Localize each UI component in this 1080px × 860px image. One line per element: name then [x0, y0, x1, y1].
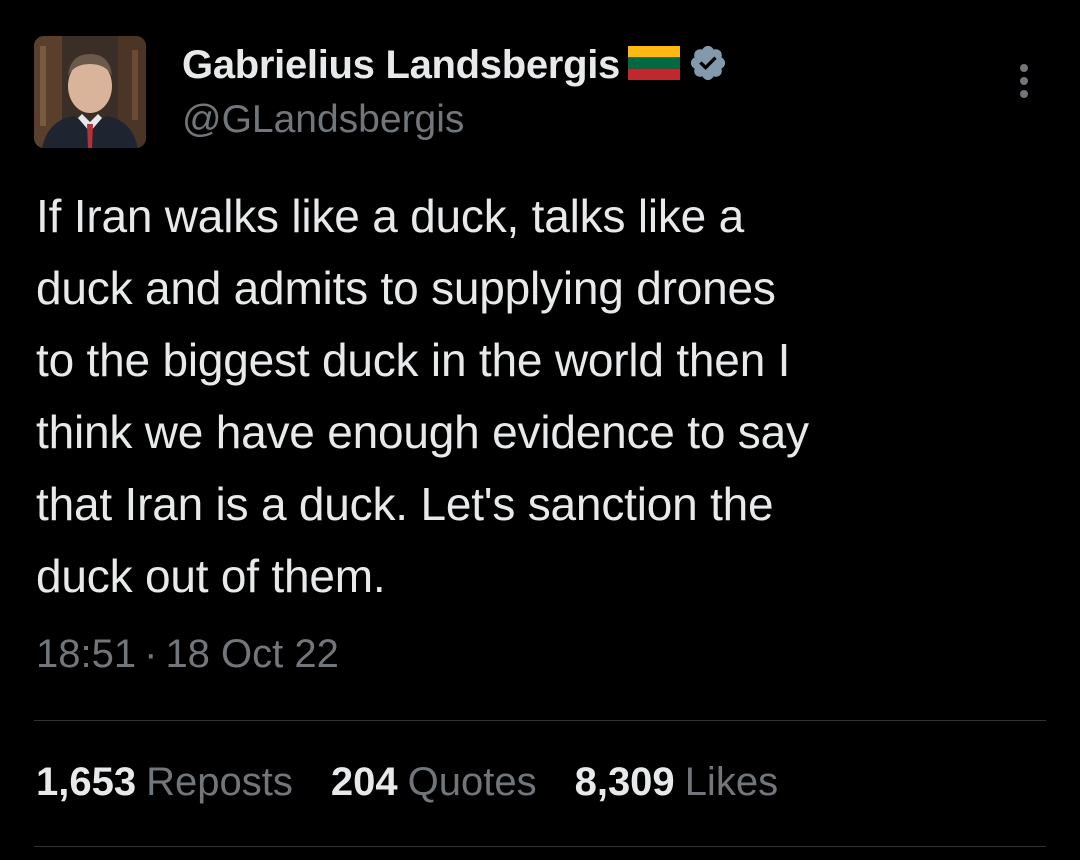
meta-separator: · [144, 632, 158, 676]
author-name[interactable]: Gabrielius Landsbergis [182, 43, 620, 88]
engagement-stats: 1,653 Reposts 204 Quotes 8,309 Likes [36, 760, 778, 805]
quotes-label: Quotes [407, 760, 537, 804]
reposts-count: 1,653 [36, 760, 137, 804]
divider-bottom [34, 846, 1046, 847]
divider [34, 720, 1046, 721]
quotes-stat[interactable]: 204 Quotes [331, 760, 537, 805]
likes-stat[interactable]: 8,309 Likes [575, 760, 779, 805]
tweet-time: 18:51 [36, 632, 137, 676]
more-options-button[interactable] [1004, 58, 1044, 108]
quotes-count: 204 [330, 760, 398, 804]
verified-badge-icon[interactable] [688, 43, 728, 88]
author-line: Gabrielius Landsbergis [182, 40, 728, 90]
tweet-card: Gabrielius Landsbergis @GLandsbergis If … [0, 0, 1080, 860]
likes-label: Likes [684, 760, 779, 804]
more-vertical-icon [1020, 64, 1028, 98]
likes-count: 8,309 [574, 760, 675, 804]
avatar-image [34, 36, 146, 148]
reposts-label: Reposts [146, 760, 293, 804]
tweet-text: If Iran walks like a duck, talks like a … [36, 190, 809, 602]
avatar[interactable] [34, 36, 146, 148]
author-handle[interactable]: @GLandsbergis [182, 98, 464, 142]
lithuania-flag-icon [627, 45, 680, 85]
reposts-stat[interactable]: 1,653 Reposts [36, 760, 293, 805]
tweet-timestamp[interactable]: 18:51 · 18 Oct 22 [36, 632, 339, 677]
tweet-date: 18 Oct 22 [165, 632, 339, 676]
